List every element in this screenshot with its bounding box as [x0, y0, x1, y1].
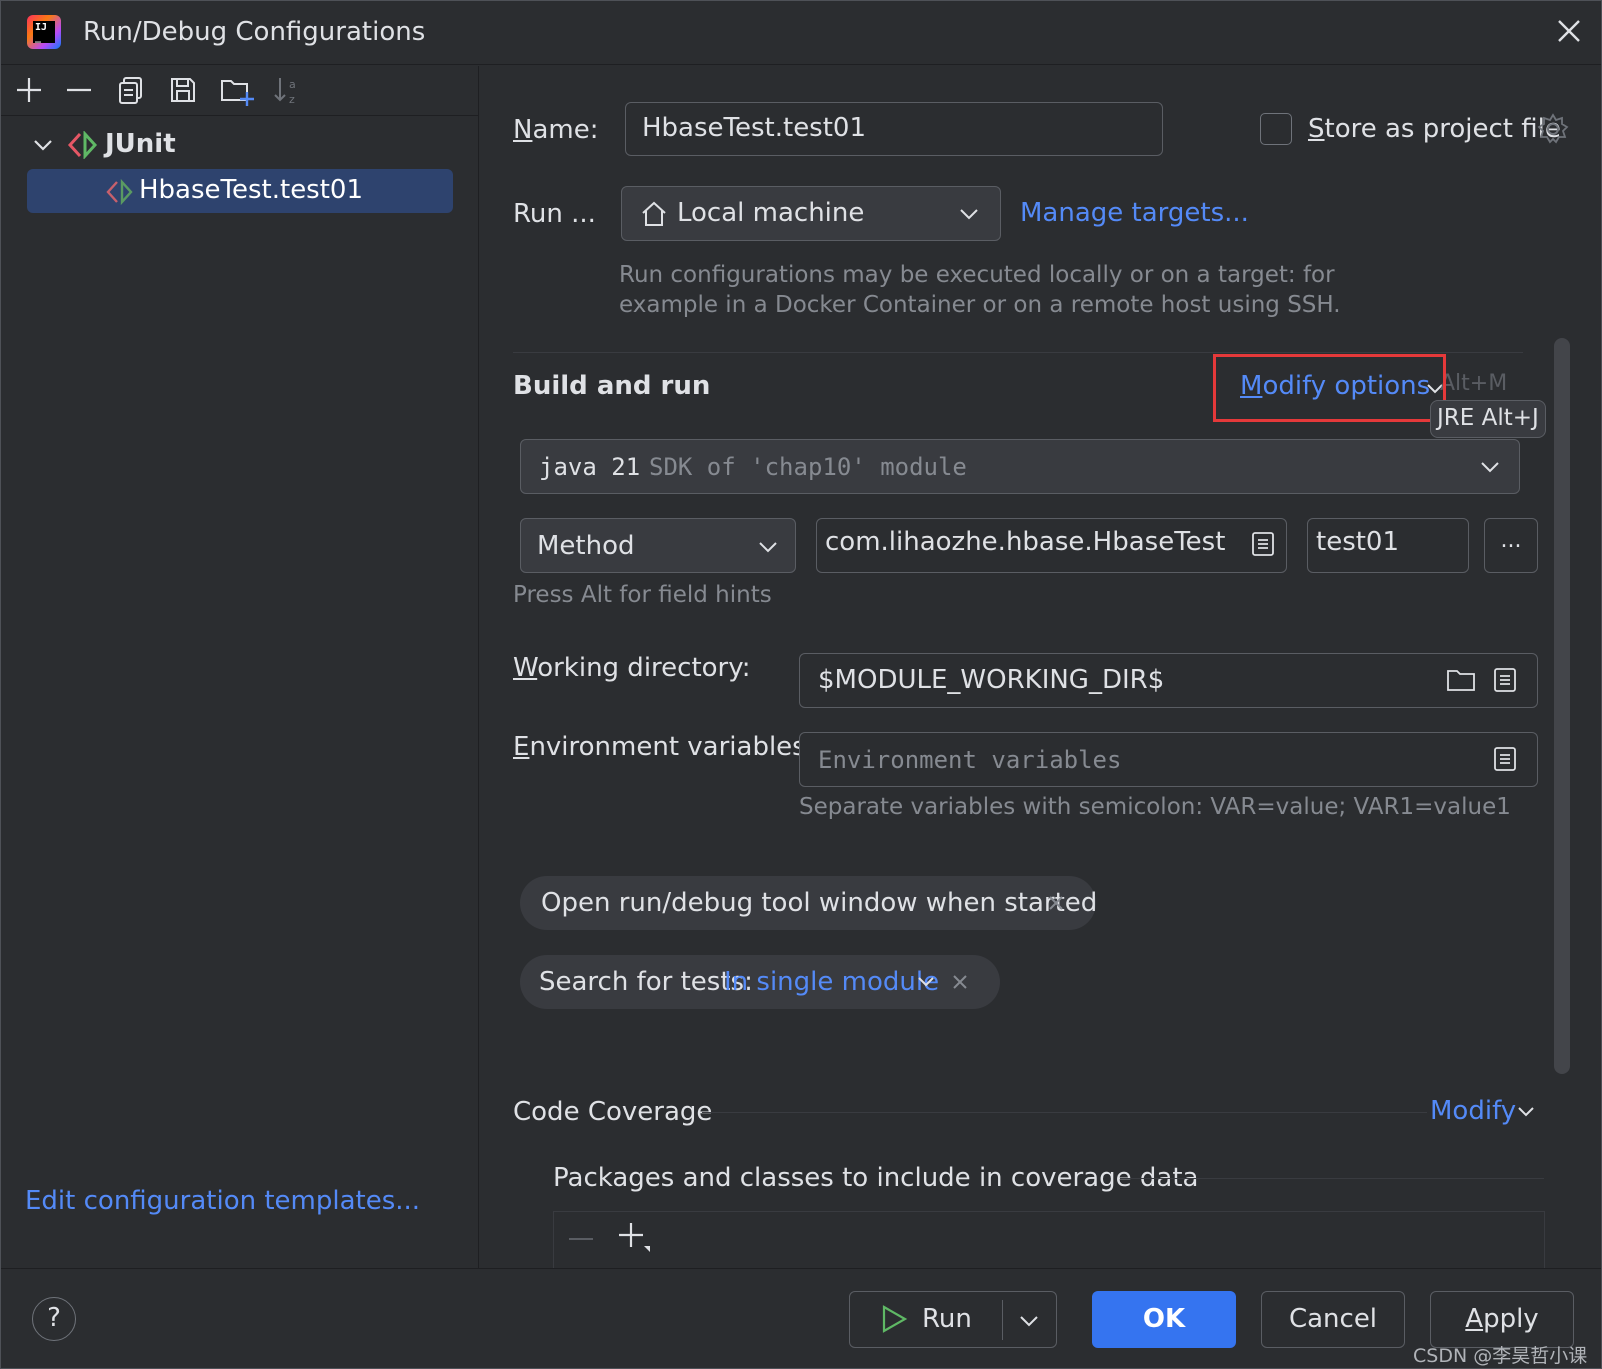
expand-field-icon[interactable]: [1251, 531, 1275, 557]
class-value: com.lihaozhe.hbase.HbaseTest: [825, 527, 1226, 557]
method-input[interactable]: test01: [1307, 518, 1469, 573]
jre-dropdown[interactable]: java 21 SDK of 'chap10' module: [520, 439, 1520, 494]
dialog-title: Run/Debug Configurations: [83, 17, 426, 47]
run-target-dropdown[interactable]: Local machine: [621, 186, 1001, 241]
scrollbar[interactable]: [1554, 338, 1570, 1074]
svg-text:a: a: [289, 78, 296, 91]
gear-icon[interactable]: [1536, 112, 1570, 146]
search-for-tests-chip[interactable]: Search for tests: In single module: [520, 955, 1000, 1009]
chip-label: Search for tests:: [539, 967, 753, 997]
run-button-label: Run: [922, 1304, 972, 1334]
run-icon: [880, 1304, 908, 1334]
expand-field-icon[interactable]: [1493, 667, 1517, 693]
method-value: test01: [1316, 527, 1400, 557]
manage-targets-link[interactable]: Manage targets...: [1020, 198, 1249, 228]
test-kind-dropdown[interactable]: Method: [520, 518, 796, 573]
close-icon[interactable]: [1553, 15, 1585, 47]
target-hint-line1: Run configurations may be executed local…: [619, 262, 1335, 288]
more-button[interactable]: ...: [1484, 518, 1538, 573]
jdk-description: SDK of 'chap10' module: [649, 453, 967, 481]
env-vars-placeholder: Environment variables: [818, 746, 1122, 774]
run-target-value: Local machine: [677, 198, 865, 228]
chevron-down-icon[interactable]: [31, 133, 55, 157]
chevron-down-icon: [958, 203, 980, 225]
divider: [702, 1112, 1427, 1113]
configuration-form: Name: HbaseTest.test01 Store as project …: [480, 66, 1601, 1268]
remove-icon[interactable]: [63, 74, 95, 106]
jre-tooltip: JRE Alt+J: [1430, 400, 1546, 438]
add-icon[interactable]: [616, 1220, 652, 1256]
highlight-box: [1213, 354, 1446, 422]
apply-button[interactable]: Apply: [1430, 1291, 1574, 1348]
build-and-run-title: Build and run: [513, 371, 711, 401]
open-tool-window-chip[interactable]: Open run/debug tool window when started: [520, 876, 1098, 930]
tree-toolbar: az: [1, 66, 478, 116]
store-project-checkbox[interactable]: [1260, 113, 1292, 145]
field-hints-text: Press Alt for field hints: [513, 582, 772, 608]
tree-item-selected[interactable]: HbaseTest.test01: [27, 169, 453, 213]
new-folder-icon[interactable]: [219, 74, 255, 106]
junit-test-icon: [105, 179, 135, 205]
sort-icon[interactable]: az: [271, 74, 303, 106]
folder-icon[interactable]: [1446, 667, 1476, 693]
name-label: Name:: [513, 115, 599, 145]
jdk-version: java 21: [539, 453, 641, 481]
env-vars-input[interactable]: Environment variables: [799, 732, 1538, 787]
test-kind-value: Method: [537, 531, 635, 561]
ok-button[interactable]: OK: [1092, 1291, 1236, 1348]
configuration-tree-pane: az JUnit HbaseTest.test01 Edit configura…: [1, 66, 479, 1268]
tree-group-junit[interactable]: JUnit: [31, 123, 451, 167]
divider: [1120, 1178, 1544, 1179]
name-value: HbaseTest.test01: [642, 113, 867, 143]
dialog-footer: ? Run OK Cancel Apply CSDN @李昊哲小课: [1, 1268, 1601, 1368]
target-hint-line2: example in a Docker Container or on a re…: [619, 292, 1341, 318]
junit-icon: [67, 131, 99, 159]
home-icon: [640, 200, 668, 228]
edit-templates-link[interactable]: Edit configuration templates...: [25, 1186, 420, 1216]
chevron-down-icon: [757, 536, 779, 558]
tree-item-label: HbaseTest.test01: [139, 175, 364, 205]
close-icon[interactable]: [950, 972, 970, 992]
close-icon[interactable]: [1046, 893, 1066, 913]
working-dir-input[interactable]: $MODULE_WORKING_DIR$: [799, 653, 1538, 708]
run-debug-dialog: IJ _ Run/Debug Configurations az JUnit H…: [0, 0, 1602, 1369]
chip-label: Open run/debug tool window when started: [541, 888, 1098, 918]
divider: [513, 352, 1523, 353]
run-split-button[interactable]: Run: [849, 1291, 1057, 1348]
expand-field-icon[interactable]: [1493, 746, 1517, 772]
cancel-button[interactable]: Cancel: [1261, 1291, 1405, 1348]
coverage-modify-link[interactable]: Modify: [1430, 1096, 1516, 1126]
working-dir-value: $MODULE_WORKING_DIR$: [818, 665, 1165, 695]
chevron-down-icon: [1479, 456, 1501, 478]
chevron-down-icon[interactable]: [1018, 1310, 1040, 1332]
intellij-logo-icon: IJ _: [27, 15, 61, 49]
title-bar: IJ _ Run/Debug Configurations: [1, 1, 1601, 65]
chevron-down-icon[interactable]: [916, 972, 936, 992]
env-vars-label: Environment variables:: [513, 732, 815, 762]
run-on-label: Run ...: [513, 199, 596, 229]
store-project-label: Store as project file: [1308, 114, 1561, 144]
env-vars-hint: Separate variables with semicolon: VAR=v…: [799, 794, 1511, 820]
coverage-packages-label: Packages and classes to include in cover…: [553, 1163, 1199, 1193]
coverage-packages-list: [553, 1211, 1545, 1268]
save-icon[interactable]: [167, 74, 199, 106]
help-button[interactable]: ?: [32, 1297, 76, 1341]
remove-icon[interactable]: [566, 1224, 596, 1254]
copy-icon[interactable]: [115, 74, 147, 106]
watermark: CSDN @李昊哲小课: [1413, 1345, 1588, 1367]
name-input[interactable]: HbaseTest.test01: [625, 102, 1163, 156]
modify-shortcut: Alt+M: [1440, 371, 1508, 396]
class-input[interactable]: com.lihaozhe.hbase.HbaseTest: [816, 518, 1287, 573]
tree-group-label: JUnit: [105, 129, 176, 159]
split-divider: [1002, 1300, 1003, 1340]
chevron-down-icon: [1516, 1102, 1536, 1122]
code-coverage-title: Code Coverage: [513, 1097, 713, 1127]
add-icon[interactable]: [13, 74, 45, 106]
working-dir-label: Working directory:: [513, 653, 751, 683]
svg-text:z: z: [289, 93, 295, 106]
search-scope-link[interactable]: In single module: [724, 967, 939, 997]
